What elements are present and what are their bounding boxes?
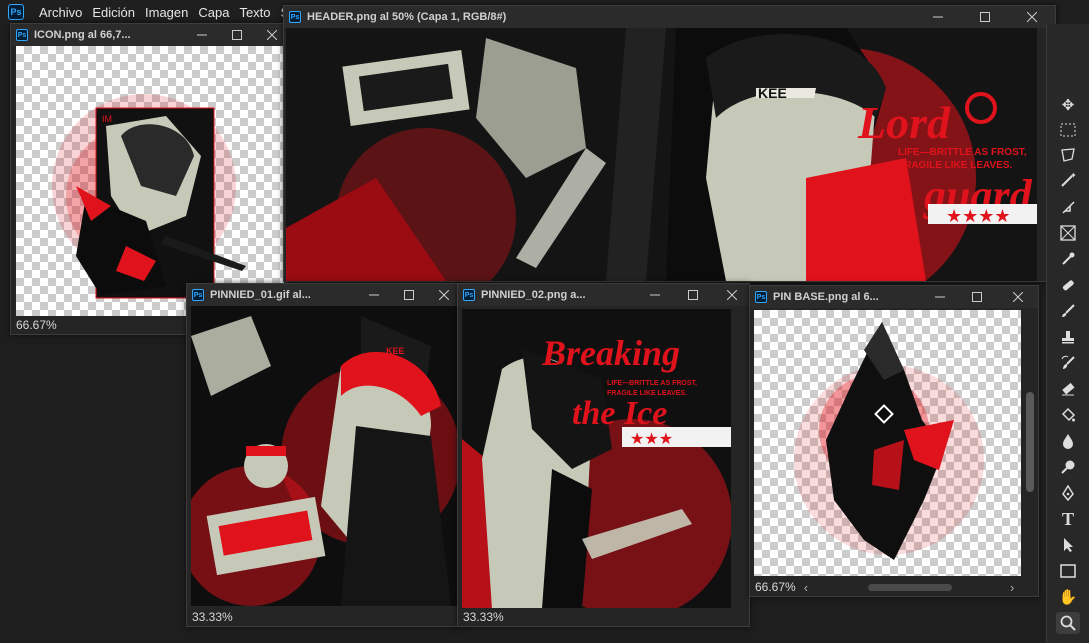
ps-doc-icon: Ps	[16, 29, 28, 41]
rectangle-icon[interactable]	[1056, 560, 1080, 582]
window-pinnied-01[interactable]: Ps PINNIED_01.gif al... KEE 33.33%	[186, 283, 460, 627]
zoom-icon[interactable]	[1056, 612, 1080, 634]
minimize-button[interactable]	[187, 24, 217, 46]
close-button[interactable]	[429, 284, 459, 306]
blur-icon[interactable]	[1056, 430, 1080, 452]
window-pinnied02-titlebar[interactable]: Ps PINNIED_02.png a...	[458, 284, 749, 306]
pinnied02-title-ice: the Ice	[572, 395, 667, 432]
window-title: HEADER.png al 50% (Capa 1, RGB/8#)	[307, 11, 507, 23]
healing-brush-icon[interactable]	[1056, 274, 1080, 296]
menu-archivo[interactable]: Archivo	[34, 5, 87, 20]
zoom-status: 33.33%	[458, 608, 749, 626]
ps-doc-icon: Ps	[755, 291, 767, 303]
menu-imagen[interactable]: Imagen	[140, 5, 193, 20]
ps-doc-icon: Ps	[463, 289, 475, 301]
frame-icon[interactable]	[1056, 222, 1080, 244]
pinnied02-title-breaking: Breaking	[541, 333, 680, 373]
scrollbar-thumb[interactable]	[1026, 392, 1034, 492]
ps-doc-icon: Ps	[289, 11, 301, 23]
pinnied01-canvas[interactable]: KEE	[191, 306, 459, 606]
minimize-button[interactable]	[359, 284, 389, 306]
maximize-button[interactable]	[961, 6, 1008, 28]
type-icon[interactable]: T	[1056, 508, 1080, 530]
magic-wand-icon[interactable]: ✦	[1056, 169, 1080, 191]
marquee-icon[interactable]	[1056, 119, 1080, 141]
pinnied01-hat-text: KEE	[386, 346, 405, 356]
horizontal-scrollbar[interactable]	[814, 580, 1005, 594]
scroll-right-icon[interactable]: ›	[1010, 580, 1014, 595]
maximize-button[interactable]	[389, 284, 429, 306]
header-hat-text: KEE	[758, 85, 787, 101]
brush-icon[interactable]	[1056, 300, 1080, 322]
header-title-lord: Lord	[857, 97, 951, 148]
close-button[interactable]	[998, 286, 1038, 308]
minimize-button[interactable]	[638, 284, 671, 306]
clone-stamp-icon[interactable]	[1056, 326, 1080, 348]
scrollbar-thumb[interactable]	[868, 584, 953, 591]
window-title: PINNIED_02.png a...	[481, 289, 586, 301]
header-artwork: KEE Lord LIFE—BRITTLE AS FROST, FRAGILE …	[286, 28, 1037, 281]
pinnied01-artwork: KEE	[191, 306, 459, 606]
window-pinnied-02[interactable]: Ps PINNIED_02.png a... Breaking LIFE—BRI…	[457, 283, 750, 627]
maximize-button[interactable]	[217, 24, 257, 46]
window-title: PIN BASE.png al 6...	[773, 291, 879, 303]
pinbase-artwork	[794, 322, 984, 560]
photoshop-logo: Ps	[8, 4, 24, 20]
ps-doc-icon: Ps	[192, 289, 204, 301]
window-title: ICON.png al 66,7...	[34, 29, 131, 41]
icon-artwork: IM	[52, 94, 246, 299]
header-canvas[interactable]: KEE Lord LIFE—BRITTLE AS FROST, FRAGILE …	[286, 28, 1037, 281]
menu-capa[interactable]: Capa	[193, 5, 234, 20]
vertical-scrollbar[interactable]	[1022, 310, 1038, 576]
pinnied02-subtitle-1: LIFE—BRITTLE AS FROST,	[607, 380, 697, 387]
icon-canvas[interactable]: IM	[16, 46, 284, 316]
menu-edicion[interactable]: Edición	[87, 5, 140, 20]
lasso-icon[interactable]	[1056, 144, 1080, 166]
pinnied02-artwork: Breaking LIFE—BRITTLE AS FROST, FRAGILE …	[462, 309, 731, 609]
pen-icon[interactable]	[1056, 482, 1080, 504]
minimize-button[interactable]	[914, 6, 961, 28]
path-select-icon[interactable]	[1056, 534, 1080, 556]
pinnied02-canvas[interactable]: Breaking LIFE—BRITTLE AS FROST, FRAGILE …	[462, 309, 731, 609]
pinbase-canvas[interactable]	[754, 310, 1021, 576]
header-subtitle-1: LIFE—BRITTLE AS FROST,	[898, 147, 1027, 158]
pinnied02-stars: ★★★	[630, 429, 673, 448]
maximize-button[interactable]	[671, 284, 714, 306]
maximize-button[interactable]	[956, 286, 998, 308]
svg-text:✦: ✦	[1070, 172, 1076, 180]
dodge-icon[interactable]	[1056, 456, 1080, 478]
minimize-button[interactable]	[924, 286, 956, 308]
eyedropper-icon[interactable]	[1056, 248, 1080, 270]
close-button[interactable]	[714, 284, 749, 306]
window-pinbase-titlebar[interactable]: Ps PIN BASE.png al 6...	[750, 286, 1038, 308]
window-icon-titlebar[interactable]: Ps ICON.png al 66,7...	[11, 24, 287, 46]
header-subtitle-2: FRAGILE LIKE LEAVES.	[898, 160, 1012, 171]
zoom-status: 66.67% ‹ ›	[750, 578, 1038, 596]
menu-texto[interactable]: Texto	[234, 5, 275, 20]
paint-bucket-icon[interactable]	[1056, 404, 1080, 426]
zoom-status: 33.33%	[187, 608, 459, 626]
hand-icon[interactable]: ✋	[1056, 586, 1080, 608]
window-pin-base[interactable]: Ps PIN BASE.png al 6... 66.67% ‹ ›	[749, 285, 1039, 597]
history-brush-icon[interactable]	[1056, 352, 1080, 374]
window-header[interactable]: Ps HEADER.png al 50% (Capa 1, RGB/8#) KE…	[283, 5, 1056, 282]
scroll-left-icon[interactable]: ‹	[804, 580, 808, 595]
zoom-value: 66.67%	[755, 580, 796, 594]
eraser-icon[interactable]	[1056, 378, 1080, 400]
move-icon[interactable]: ✥	[1056, 94, 1080, 116]
window-title: PINNIED_01.gif al...	[210, 289, 311, 301]
icon-art-mark: IM	[102, 114, 112, 124]
tools-panel: ✥ ✦ T ✋	[1046, 24, 1089, 643]
crop-icon[interactable]	[1056, 196, 1080, 218]
header-stars: ★★★★	[946, 206, 1011, 227]
window-pinnied01-titlebar[interactable]: Ps PINNIED_01.gif al...	[187, 284, 459, 306]
window-header-titlebar[interactable]: Ps HEADER.png al 50% (Capa 1, RGB/8#)	[284, 6, 1055, 28]
